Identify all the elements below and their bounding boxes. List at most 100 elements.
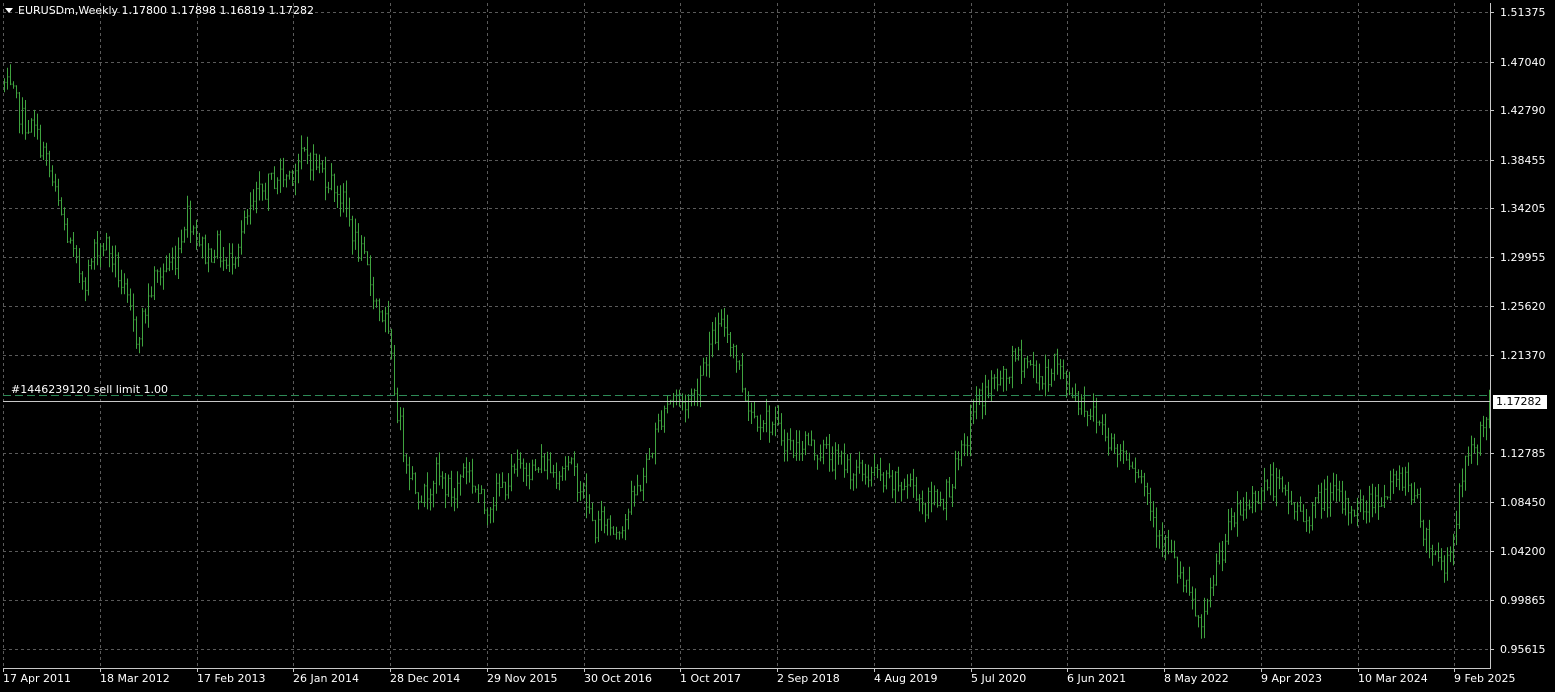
ohlc-bar <box>453 488 456 512</box>
ohlc-bar <box>111 245 114 273</box>
ohlc-bar <box>1251 486 1254 514</box>
ohlc-bar <box>543 453 546 472</box>
price-label: 1.47040 <box>1500 55 1546 69</box>
ohlc-bar <box>759 414 762 440</box>
price-label: 1.12785 <box>1500 446 1546 460</box>
ohlc-bar <box>705 357 708 377</box>
ohlc-bar <box>204 234 207 265</box>
ohlc-bar <box>1443 555 1446 583</box>
ohlc-bar <box>843 443 846 478</box>
ohlc-bar <box>1008 376 1011 384</box>
ohlc-bar <box>138 337 141 354</box>
ohlc-bar <box>654 422 657 465</box>
ohlc-bar <box>1413 482 1416 503</box>
ohlc-bar <box>105 232 108 251</box>
ohlc-bar <box>1218 542 1221 565</box>
price-label: 1.21370 <box>1500 348 1546 362</box>
ohlc-bar <box>669 399 672 405</box>
ohlc-bar <box>123 273 126 295</box>
sell-limit-order-label[interactable]: #1446239120 sell limit 1.00 <box>11 383 168 396</box>
ohlc-bar <box>1074 383 1077 402</box>
ohlc-bar <box>21 97 24 135</box>
ohlc-bar <box>1431 544 1434 566</box>
ohlc-bar <box>39 124 42 158</box>
ohlc-bar <box>495 473 498 511</box>
ohlc-bar <box>1176 556 1179 584</box>
ohlc-bar <box>360 235 363 261</box>
ohlc-bar <box>849 453 852 490</box>
ohlc-bar <box>1428 519 1431 559</box>
ohlc-bar <box>1056 348 1059 375</box>
ohlc-bar <box>1059 358 1062 380</box>
ohlc-bar <box>1266 479 1269 491</box>
ohlc-bar <box>183 226 186 243</box>
ohlc-bar <box>639 484 642 492</box>
ohlc-bar <box>1041 376 1044 390</box>
ohlc-bar <box>393 345 396 395</box>
ohlc-bar <box>30 118 33 133</box>
price-label: 1.34205 <box>1500 201 1546 215</box>
ohlc-bar <box>126 278 129 303</box>
price-label: 1.08450 <box>1500 495 1546 509</box>
dropdown-triangle-icon[interactable] <box>5 8 13 13</box>
price-chart[interactable] <box>0 0 1555 692</box>
ohlc-bar <box>51 165 54 187</box>
ohlc-bar <box>471 458 474 494</box>
ohlc-bar <box>864 463 867 485</box>
ohlc-bar <box>306 136 309 165</box>
date-label: 6 Jun 2021 <box>1067 672 1127 685</box>
ohlc-bar <box>288 170 291 180</box>
ohlc-bar <box>48 150 51 178</box>
ohlc-bar <box>1224 533 1227 563</box>
ohlc-bar <box>1170 539 1173 553</box>
ohlc-bar <box>42 141 45 160</box>
ohlc-bar <box>318 154 321 174</box>
ohlc-bar <box>1035 360 1038 384</box>
ohlc-bar <box>1221 541 1224 572</box>
ohlc-bar <box>234 256 237 269</box>
ohlc-bar <box>258 171 261 201</box>
ohlc-bar <box>93 239 96 270</box>
ohlc-bar <box>1086 410 1089 427</box>
ohlc-bar <box>60 197 63 216</box>
ohlc-bar <box>75 245 78 264</box>
ohlc-bar <box>348 197 351 227</box>
ohlc-bar <box>1047 359 1050 392</box>
ohlc-bar <box>762 420 765 433</box>
ohlc-bar <box>573 451 576 476</box>
ohlc-bar <box>216 230 219 259</box>
ohlc-bar <box>219 230 222 268</box>
ohlc-bar <box>636 474 639 496</box>
ohlc-bar <box>486 508 489 526</box>
ohlc-bar <box>1119 444 1122 462</box>
ohlc-bar <box>222 247 225 271</box>
ohlc-bar <box>99 243 102 268</box>
ohlc-bar <box>1476 444 1479 466</box>
ohlc-bar <box>261 183 264 201</box>
ohlc-bar <box>177 237 180 279</box>
ohlc-bar <box>408 456 411 491</box>
ohlc-bar <box>981 382 984 420</box>
ohlc-bar <box>774 406 777 437</box>
ohlc-bar <box>630 480 633 515</box>
ohlc-bar <box>351 215 354 255</box>
ohlc-bar <box>555 462 558 489</box>
ohlc-bar <box>1050 368 1053 387</box>
ohlc-bar <box>81 271 84 290</box>
ohlc-bar <box>1023 357 1026 378</box>
symbol-header[interactable]: EURUSDm,Weekly 1.17800 1.17898 1.16819 1… <box>5 4 314 17</box>
date-label: 30 Oct 2016 <box>584 672 653 685</box>
ohlc-bar <box>129 288 132 311</box>
ohlc-bar <box>1392 468 1395 494</box>
ohlc-bar <box>456 471 459 509</box>
ohlc-bar <box>708 331 711 378</box>
ohlc-bar <box>621 526 624 539</box>
chart-window[interactable]: EURUSDm,Weekly 1.17800 1.17898 1.16819 1… <box>0 0 1555 692</box>
ohlc-bar <box>753 401 756 419</box>
ohlc-bar <box>855 459 858 489</box>
ohlc-bar <box>414 472 417 495</box>
price-label: 1.51375 <box>1500 5 1546 19</box>
ohlc-bar <box>699 365 702 408</box>
ohlc-bar <box>1419 487 1422 528</box>
ohlc-bar <box>1002 366 1005 392</box>
